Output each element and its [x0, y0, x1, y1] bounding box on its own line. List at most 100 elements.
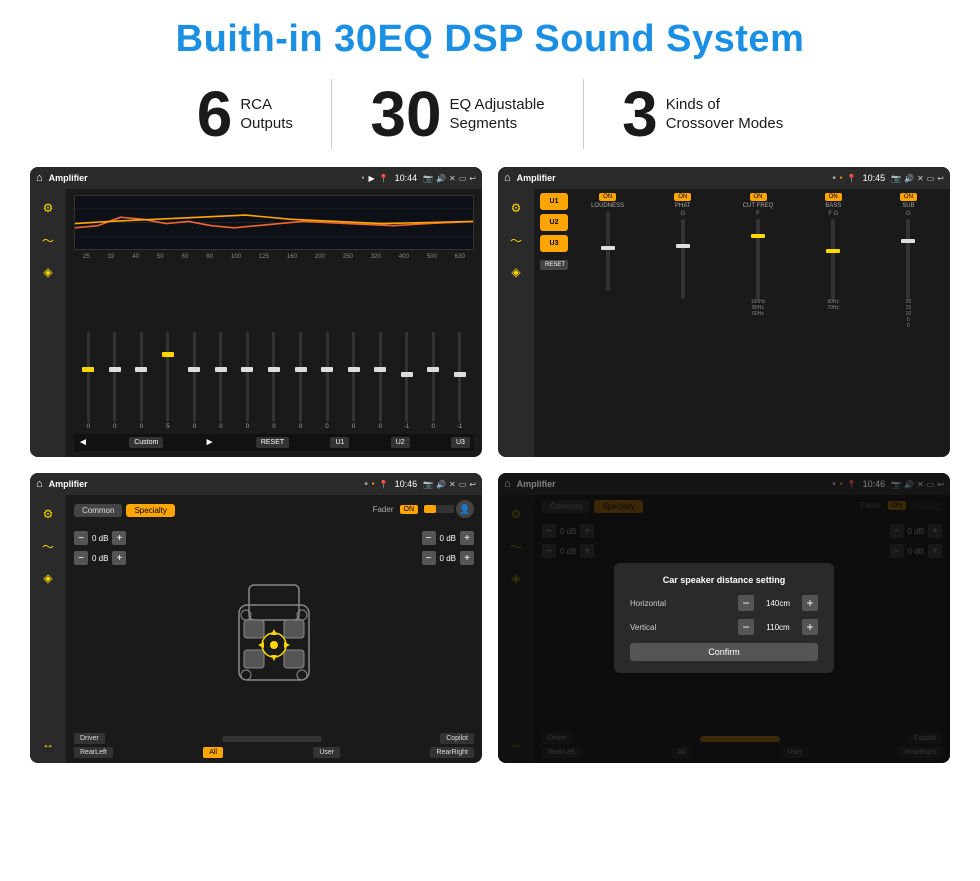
volume-icon: 🔊 — [436, 174, 446, 183]
back-icon[interactable]: ↩ — [469, 174, 476, 183]
close-icon-3[interactable]: ✕ — [449, 480, 456, 489]
balance-screen-body: ⚙ 〜 ◈ ↔ Common Specialty Fader ON — [30, 495, 482, 763]
preset-u1[interactable]: U1 — [540, 193, 568, 210]
back-icon-2[interactable]: ↩ — [937, 174, 944, 183]
copilot-btn[interactable]: Copilot — [440, 733, 474, 744]
sub-slider[interactable] — [906, 219, 910, 299]
eq-prev[interactable]: ◄ — [78, 437, 88, 448]
minimize-icon[interactable]: ▭ — [459, 174, 467, 183]
home-icon[interactable]: ⌂ — [36, 172, 43, 184]
phat-slider[interactable] — [681, 219, 685, 299]
loudness-on[interactable]: ON — [599, 193, 616, 201]
user-btn[interactable]: User — [313, 747, 340, 758]
eq-next[interactable]: ► — [205, 437, 215, 448]
channel-bass: ON BASS F G 90Hz 70Hz — [798, 193, 869, 453]
bass-label: BASS — [825, 203, 841, 209]
eq-u3-btn[interactable]: U3 — [451, 437, 470, 448]
dialog-vertical-row: Vertical − 110cm + — [630, 619, 818, 635]
balance-main: − 0 dB + − 0 dB + — [74, 531, 474, 729]
back-icon-3[interactable]: ↩ — [469, 480, 476, 489]
all-btn[interactable]: All — [203, 747, 223, 758]
phat-on[interactable]: ON — [674, 193, 691, 201]
balance-eq-icon[interactable]: ⚙ — [37, 503, 59, 525]
eq-screen-card: ⌂ Amplifier ● ▶ 📍 10:44 📷 🔊 ✕ ▭ ↩ ⚙ 〜 — [30, 167, 482, 457]
close-icon[interactable]: ✕ — [449, 174, 456, 183]
horizontal-stepper[interactable]: − 140cm + — [738, 595, 818, 611]
stats-row: 6 RCAOutputs 30 EQ AdjustableSegments 3 … — [30, 79, 950, 149]
location-icon-2: 📍 — [847, 174, 857, 183]
wave-icon[interactable]: 〜 — [37, 229, 59, 251]
home-icon-3[interactable]: ⌂ — [36, 478, 43, 490]
eq-sidebar: ⚙ 〜 ◈ — [30, 189, 66, 457]
minimize-icon-2[interactable]: ▭ — [927, 174, 935, 183]
stat-eq: 30 EQ AdjustableSegments — [332, 82, 582, 146]
preset-u2[interactable]: U2 — [540, 214, 568, 231]
driver-btn[interactable]: Driver — [74, 733, 105, 744]
tab-common[interactable]: Common — [74, 504, 122, 517]
balance-content: Common Specialty Fader ON 👤 — [66, 495, 482, 763]
fader-knob[interactable]: 👤 — [456, 500, 474, 518]
camera-icon: 📷 — [423, 174, 433, 183]
eq-u1-btn[interactable]: U1 — [330, 437, 349, 448]
home-icon-2[interactable]: ⌂ — [504, 172, 511, 184]
right-volume-controls: − 0 dB + − 0 dB + — [422, 531, 474, 729]
stat-crossover-desc: Kinds ofCrossover Modes — [666, 95, 784, 134]
eq-icon[interactable]: ⚙ — [37, 197, 59, 219]
vol-minus-tr[interactable]: − — [422, 531, 436, 545]
horizontal-plus[interactable]: + — [802, 595, 818, 611]
crossover-speaker-icon[interactable]: ◈ — [505, 261, 527, 283]
minimize-icon-3[interactable]: ▭ — [459, 480, 467, 489]
preset-u3[interactable]: U3 — [540, 235, 568, 252]
phat-label: PHAT — [675, 203, 691, 209]
eq-topbar-dot: ● — [361, 175, 364, 181]
speaker-icon[interactable]: ◈ — [37, 261, 59, 283]
vol-plus-tl[interactable]: + — [112, 531, 126, 545]
vol-minus-bl[interactable]: − — [74, 551, 88, 565]
vol-plus-bl[interactable]: + — [112, 551, 126, 565]
eq-screen-title: Amplifier — [49, 173, 358, 183]
vol-plus-br[interactable]: + — [460, 551, 474, 565]
balance-speaker-icon[interactable]: ◈ — [37, 567, 59, 589]
cutfreq-label: CUT FREQ — [743, 203, 774, 209]
vol-plus-tr[interactable]: + — [460, 531, 474, 545]
rearright-btn[interactable]: RearRight — [430, 747, 474, 758]
balance-sidebar: ⚙ 〜 ◈ ↔ — [30, 495, 66, 763]
vol-minus-br[interactable]: − — [422, 551, 436, 565]
bass-on[interactable]: ON — [825, 193, 842, 201]
close-icon-2[interactable]: ✕ — [917, 174, 924, 183]
cutfreq-on[interactable]: ON — [750, 193, 767, 201]
channel-phat: ON PHAT G — [647, 193, 718, 453]
sub-on[interactable]: ON — [900, 193, 917, 201]
eq-content: 253240506380100125160200250320400500630 … — [66, 189, 482, 457]
eq-custom-btn[interactable]: Custom — [129, 437, 163, 448]
bass-slider[interactable] — [831, 219, 835, 299]
vol-val-bl: 0 dB — [92, 554, 108, 563]
rearleft-btn[interactable]: RearLeft — [74, 747, 113, 758]
crossover-reset[interactable]: RESET — [540, 260, 568, 270]
eq-freq-labels: 253240506380100125160200250320400500630 — [74, 254, 474, 260]
confirm-button[interactable]: Confirm — [630, 643, 818, 661]
crossover-eq-icon[interactable]: ⚙ — [505, 197, 527, 219]
eq-reset-btn[interactable]: RESET — [256, 437, 289, 448]
vertical-plus[interactable]: + — [802, 619, 818, 635]
fader-on-btn[interactable]: ON — [400, 505, 419, 514]
vol-bot-left: − 0 dB + — [74, 551, 126, 565]
balance-wave-icon[interactable]: 〜 — [37, 535, 59, 557]
loudness-label: LOUDNESS — [591, 203, 624, 209]
eq-u2-btn[interactable]: U2 — [391, 437, 410, 448]
balance-topbar-icons: 📍 10:46 📷 🔊 ✕ ▭ ↩ — [379, 479, 476, 489]
balance-arrows-icon[interactable]: ↔ — [37, 733, 59, 755]
loudness-slider[interactable] — [606, 211, 610, 291]
volume-icon-2: 🔊 — [904, 174, 914, 183]
vertical-stepper[interactable]: − 110cm + — [738, 619, 818, 635]
crossover-screen-card: ⌂ Amplifier ■ ● 📍 10:45 📷 🔊 ✕ ▭ ↩ ⚙ 〜 — [498, 167, 950, 457]
balance-screen-card: ⌂ Amplifier ■ ● 📍 10:46 📷 🔊 ✕ ▭ ↩ ⚙ 〜 — [30, 473, 482, 763]
cutfreq-slider[interactable] — [756, 219, 760, 299]
vol-minus-tl[interactable]: − — [74, 531, 88, 545]
crossover-wave-icon[interactable]: 〜 — [505, 229, 527, 251]
car-diagram — [132, 531, 415, 729]
horizontal-minus[interactable]: − — [738, 595, 754, 611]
tab-specialty[interactable]: Specialty — [126, 504, 174, 517]
vertical-minus[interactable]: − — [738, 619, 754, 635]
crossover-screen-body: ⚙ 〜 ◈ U1 U2 U3 RESET ON LOU — [498, 189, 950, 457]
